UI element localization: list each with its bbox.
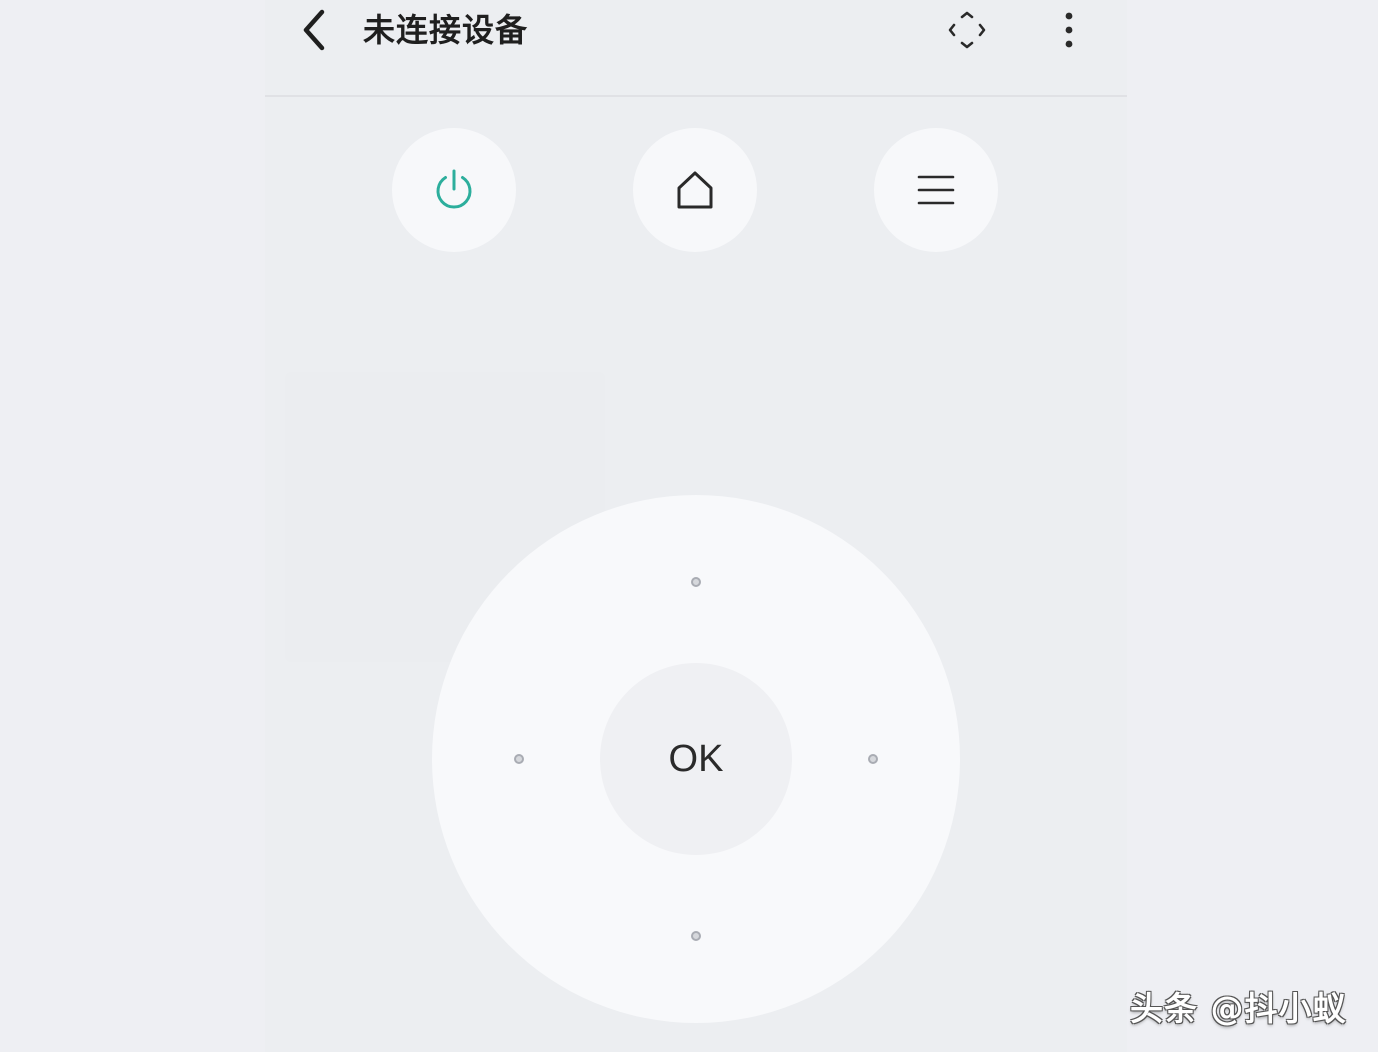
down-dot-icon xyxy=(691,931,701,941)
up-dot-icon xyxy=(691,577,701,587)
direction-pad: OK xyxy=(432,495,960,1023)
chevron-left-icon xyxy=(303,9,325,51)
menu-button[interactable] xyxy=(874,128,998,252)
watermark: 头条 @抖小蚁 xyxy=(1130,989,1347,1028)
left-dot-icon xyxy=(514,754,524,764)
back-button[interactable] xyxy=(293,6,337,54)
ok-button[interactable]: OK xyxy=(600,663,792,855)
power-button[interactable] xyxy=(392,128,516,252)
dpad-up-button[interactable] xyxy=(661,547,731,617)
page-title: 未连接设备 xyxy=(363,11,529,49)
home-button[interactable] xyxy=(633,128,757,252)
scan-button[interactable] xyxy=(943,6,991,54)
menu-icon xyxy=(917,175,955,205)
remote-control-screen: 未连接设备 OK xyxy=(265,0,1127,1052)
dpad-right-button[interactable] xyxy=(838,724,908,794)
focus-frame-icon xyxy=(948,11,986,49)
right-dot-icon xyxy=(868,754,878,764)
header-divider xyxy=(265,95,1127,97)
more-vertical-icon xyxy=(1065,12,1073,48)
dpad-left-button[interactable] xyxy=(484,724,554,794)
top-bar: 未连接设备 xyxy=(265,0,1127,96)
more-options-button[interactable] xyxy=(1045,6,1093,54)
dpad-down-button[interactable] xyxy=(661,901,731,971)
power-icon xyxy=(436,169,472,209)
home-icon xyxy=(677,171,713,209)
